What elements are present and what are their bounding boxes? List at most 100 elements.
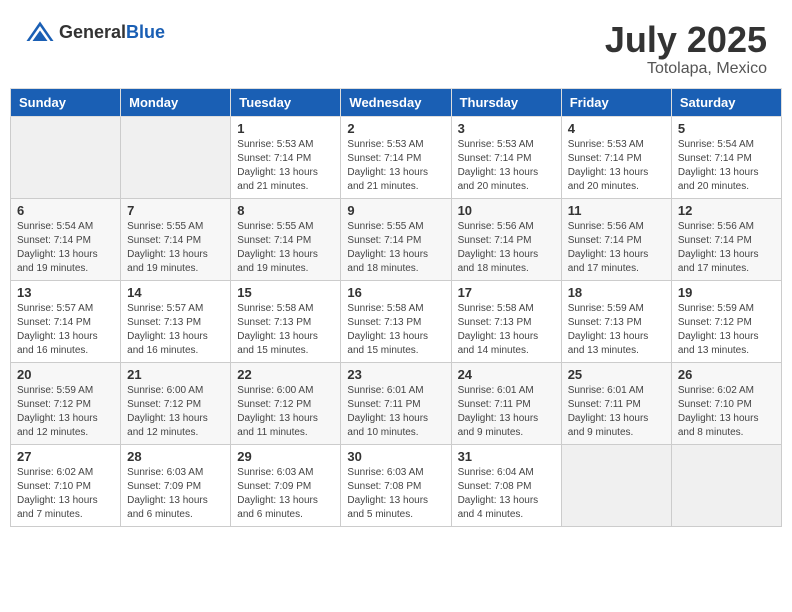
- day-number: 14: [127, 285, 224, 300]
- calendar-cell: 21 Sunrise: 6:00 AM Sunset: 7:12 PM Dayli…: [121, 362, 231, 444]
- calendar-cell: 29 Sunrise: 6:03 AM Sunset: 7:09 PM Dayli…: [231, 444, 341, 526]
- calendar-cell: 8 Sunrise: 5:55 AM Sunset: 7:14 PM Daylig…: [231, 198, 341, 280]
- day-number: 28: [127, 449, 224, 464]
- day-info: Sunrise: 5:57 AM Sunset: 7:13 PM Dayligh…: [127, 302, 224, 358]
- calendar-cell: 3 Sunrise: 5:53 AM Sunset: 7:14 PM Daylig…: [451, 116, 561, 198]
- calendar-cell: 28 Sunrise: 6:03 AM Sunset: 7:09 PM Dayli…: [121, 444, 231, 526]
- calendar-cell: 10 Sunrise: 5:56 AM Sunset: 7:14 PM Dayli…: [451, 198, 561, 280]
- day-number: 20: [17, 367, 114, 382]
- day-number: 18: [568, 285, 665, 300]
- calendar-cell: 6 Sunrise: 5:54 AM Sunset: 7:14 PM Daylig…: [11, 198, 121, 280]
- day-header-tuesday: Tuesday: [231, 88, 341, 116]
- day-info: Sunrise: 5:59 AM Sunset: 7:12 PM Dayligh…: [678, 302, 775, 358]
- day-number: 26: [678, 367, 775, 382]
- calendar-title: July 2025: [605, 20, 767, 60]
- logo-icon: [25, 20, 55, 44]
- day-number: 4: [568, 121, 665, 136]
- calendar-cell: 5Sunrise: 5:54 AM Sunset: 7:14 PM Daylig…: [671, 116, 781, 198]
- day-number: 16: [347, 285, 444, 300]
- calendar-week-row: 27Sunrise: 6:02 AM Sunset: 7:10 PM Dayli…: [11, 444, 782, 526]
- calendar-cell: 4 Sunrise: 5:53 AM Sunset: 7:14 PM Daylig…: [561, 116, 671, 198]
- day-info: Sunrise: 6:01 AM Sunset: 7:11 PM Dayligh…: [458, 384, 555, 440]
- day-info: Sunrise: 5:58 AM Sunset: 7:13 PM Dayligh…: [237, 302, 334, 358]
- day-number: 15: [237, 285, 334, 300]
- day-info: Sunrise: 5:57 AM Sunset: 7:14 PM Dayligh…: [17, 302, 114, 358]
- calendar-cell: [671, 444, 781, 526]
- day-header-thursday: Thursday: [451, 88, 561, 116]
- calendar-cell: 2Sunrise: 5:53 AM Sunset: 7:14 PM Daylig…: [341, 116, 451, 198]
- calendar-cell: 20 Sunrise: 5:59 AM Sunset: 7:12 PM Dayli…: [11, 362, 121, 444]
- calendar-cell: 14 Sunrise: 5:57 AM Sunset: 7:13 PM Dayli…: [121, 280, 231, 362]
- day-number: 3: [458, 121, 555, 136]
- day-info: Sunrise: 5:58 AM Sunset: 7:13 PM Dayligh…: [458, 302, 555, 358]
- day-info: Sunrise: 6:02 AM Sunset: 7:10 PM Dayligh…: [678, 384, 775, 440]
- calendar-cell: [561, 444, 671, 526]
- day-number: 12: [678, 203, 775, 218]
- day-info: Sunrise: 5:53 AM Sunset: 7:14 PM Dayligh…: [458, 138, 555, 194]
- day-number: 6: [17, 203, 114, 218]
- logo: General Blue: [25, 20, 165, 44]
- day-info: Sunrise: 6:03 AM Sunset: 7:09 PM Dayligh…: [237, 466, 334, 522]
- day-number: 17: [458, 285, 555, 300]
- calendar-subtitle: Totolapa, Mexico: [605, 60, 767, 78]
- calendar-cell: 24Sunrise: 6:01 AM Sunset: 7:11 PM Dayli…: [451, 362, 561, 444]
- day-number: 29: [237, 449, 334, 464]
- day-info: Sunrise: 5:59 AM Sunset: 7:12 PM Dayligh…: [17, 384, 114, 440]
- calendar-cell: 19 Sunrise: 5:59 AM Sunset: 7:12 PM Dayli…: [671, 280, 781, 362]
- day-info: Sunrise: 5:54 AM Sunset: 7:14 PM Dayligh…: [678, 138, 775, 194]
- calendar-cell: 15 Sunrise: 5:58 AM Sunset: 7:13 PM Dayli…: [231, 280, 341, 362]
- day-info: Sunrise: 6:00 AM Sunset: 7:12 PM Dayligh…: [237, 384, 334, 440]
- day-header-monday: Monday: [121, 88, 231, 116]
- day-header-wednesday: Wednesday: [341, 88, 451, 116]
- calendar-week-row: 20 Sunrise: 5:59 AM Sunset: 7:12 PM Dayli…: [11, 362, 782, 444]
- calendar-cell: [11, 116, 121, 198]
- day-number: 9: [347, 203, 444, 218]
- day-info: Sunrise: 6:01 AM Sunset: 7:11 PM Dayligh…: [347, 384, 444, 440]
- calendar-cell: 16 Sunrise: 5:58 AM Sunset: 7:13 PM Dayli…: [341, 280, 451, 362]
- day-info: Sunrise: 6:00 AM Sunset: 7:12 PM Dayligh…: [127, 384, 224, 440]
- calendar-week-row: 6 Sunrise: 5:54 AM Sunset: 7:14 PM Daylig…: [11, 198, 782, 280]
- day-info: Sunrise: 6:01 AM Sunset: 7:11 PM Dayligh…: [568, 384, 665, 440]
- calendar-cell: 1Sunrise: 5:53 AM Sunset: 7:14 PM Daylig…: [231, 116, 341, 198]
- calendar-cell: 26 Sunrise: 6:02 AM Sunset: 7:10 PM Dayli…: [671, 362, 781, 444]
- calendar-table: SundayMondayTuesdayWednesdayThursdayFrid…: [10, 88, 782, 527]
- calendar-cell: 9Sunrise: 5:55 AM Sunset: 7:14 PM Daylig…: [341, 198, 451, 280]
- day-number: 25: [568, 367, 665, 382]
- day-number: 8: [237, 203, 334, 218]
- day-header-sunday: Sunday: [11, 88, 121, 116]
- day-info: Sunrise: 6:04 AM Sunset: 7:08 PM Dayligh…: [458, 466, 555, 522]
- day-number: 31: [458, 449, 555, 464]
- day-number: 21: [127, 367, 224, 382]
- day-number: 19: [678, 285, 775, 300]
- day-number: 7: [127, 203, 224, 218]
- calendar-cell: 30Sunrise: 6:03 AM Sunset: 7:08 PM Dayli…: [341, 444, 451, 526]
- page-header: General Blue July 2025 Totolapa, Mexico: [10, 10, 782, 83]
- calendar-cell: 31 Sunrise: 6:04 AM Sunset: 7:08 PM Dayli…: [451, 444, 561, 526]
- day-number: 23: [347, 367, 444, 382]
- calendar-cell: 17 Sunrise: 5:58 AM Sunset: 7:13 PM Dayli…: [451, 280, 561, 362]
- calendar-cell: 23 Sunrise: 6:01 AM Sunset: 7:11 PM Dayli…: [341, 362, 451, 444]
- day-info: Sunrise: 5:53 AM Sunset: 7:14 PM Dayligh…: [347, 138, 444, 194]
- day-info: Sunrise: 5:53 AM Sunset: 7:14 PM Dayligh…: [568, 138, 665, 194]
- day-info: Sunrise: 5:56 AM Sunset: 7:14 PM Dayligh…: [458, 220, 555, 276]
- day-info: Sunrise: 5:56 AM Sunset: 7:14 PM Dayligh…: [568, 220, 665, 276]
- day-number: 10: [458, 203, 555, 218]
- calendar-cell: 13 Sunrise: 5:57 AM Sunset: 7:14 PM Dayli…: [11, 280, 121, 362]
- day-info: Sunrise: 5:58 AM Sunset: 7:13 PM Dayligh…: [347, 302, 444, 358]
- day-info: Sunrise: 6:03 AM Sunset: 7:09 PM Dayligh…: [127, 466, 224, 522]
- day-info: Sunrise: 5:54 AM Sunset: 7:14 PM Dayligh…: [17, 220, 114, 276]
- calendar-cell: 7 Sunrise: 5:55 AM Sunset: 7:14 PM Daylig…: [121, 198, 231, 280]
- day-info: Sunrise: 5:56 AM Sunset: 7:14 PM Dayligh…: [678, 220, 775, 276]
- day-number: 13: [17, 285, 114, 300]
- logo-general-text: General: [59, 22, 126, 43]
- day-info: Sunrise: 6:02 AM Sunset: 7:10 PM Dayligh…: [17, 466, 114, 522]
- calendar-cell: [121, 116, 231, 198]
- calendar-week-row: 1Sunrise: 5:53 AM Sunset: 7:14 PM Daylig…: [11, 116, 782, 198]
- day-info: Sunrise: 5:55 AM Sunset: 7:14 PM Dayligh…: [127, 220, 224, 276]
- calendar-cell: 11Sunrise: 5:56 AM Sunset: 7:14 PM Dayli…: [561, 198, 671, 280]
- calendar-cell: 22Sunrise: 6:00 AM Sunset: 7:12 PM Dayli…: [231, 362, 341, 444]
- day-info: Sunrise: 5:53 AM Sunset: 7:14 PM Dayligh…: [237, 138, 334, 194]
- day-info: Sunrise: 5:55 AM Sunset: 7:14 PM Dayligh…: [237, 220, 334, 276]
- day-header-friday: Friday: [561, 88, 671, 116]
- calendar-cell: 18Sunrise: 5:59 AM Sunset: 7:13 PM Dayli…: [561, 280, 671, 362]
